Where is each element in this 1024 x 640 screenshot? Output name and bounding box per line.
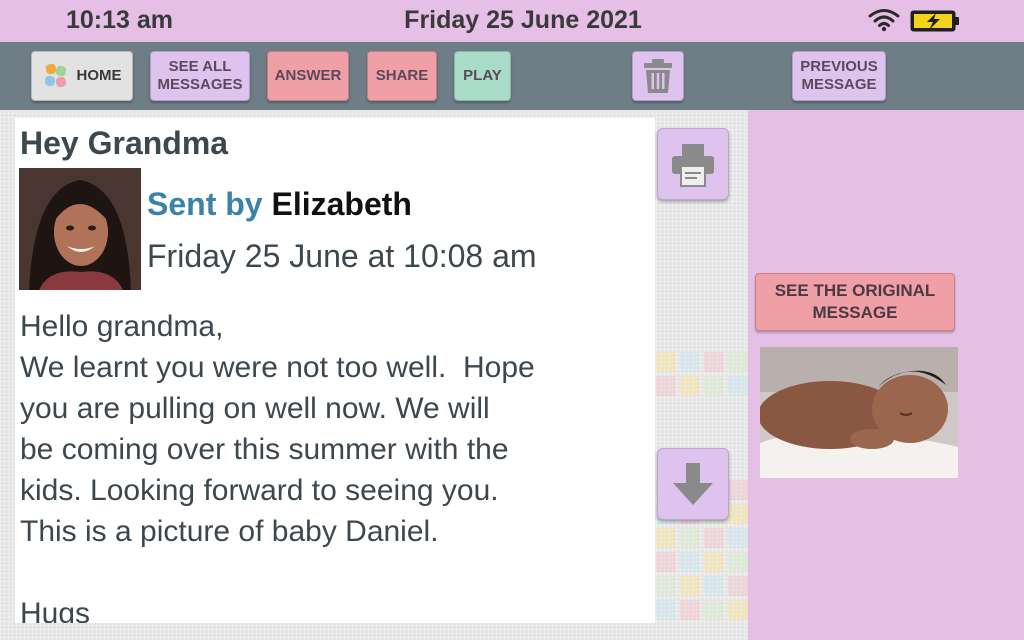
message-panel: Hey Grandma Sent by Elizabeth Friday 25 … bbox=[15, 118, 655, 623]
share-button[interactable]: SHARE bbox=[367, 51, 437, 101]
status-bar: 10:13 am Friday 25 June 2021 bbox=[0, 0, 1024, 42]
share-label: SHARE bbox=[375, 67, 429, 84]
sender-name: Elizabeth bbox=[271, 186, 412, 222]
wifi-icon bbox=[868, 9, 900, 32]
previous-message-label: PREVIOUS MESSAGE bbox=[800, 58, 878, 93]
see-all-messages-label: SEE ALL MESSAGES bbox=[157, 58, 243, 93]
sender-avatar bbox=[19, 168, 141, 290]
toolbar: HOME SEE ALL MESSAGES ANSWER SHARE PLAY … bbox=[0, 42, 1024, 110]
home-button[interactable]: HOME bbox=[31, 51, 133, 101]
sent-by-line: Sent by Elizabeth bbox=[147, 186, 412, 223]
see-original-message-button[interactable]: SEE THE ORIGINAL MESSAGE bbox=[755, 273, 955, 331]
home-logo-icon bbox=[44, 63, 66, 88]
attached-photo[interactable] bbox=[760, 347, 958, 478]
home-button-label: HOME bbox=[76, 67, 122, 84]
previous-message-button[interactable]: PREVIOUS MESSAGE bbox=[792, 51, 886, 101]
battery-charging-icon bbox=[910, 10, 959, 32]
play-button[interactable]: PLAY bbox=[454, 51, 511, 101]
scroll-down-button[interactable] bbox=[657, 448, 729, 520]
arrow-down-icon bbox=[673, 463, 713, 505]
answer-button[interactable]: ANSWER bbox=[267, 51, 349, 101]
play-label: PLAY bbox=[463, 67, 502, 84]
sent-by-label: Sent by bbox=[147, 186, 263, 222]
message-body-text: Hello grandma, We learnt you were not to… bbox=[20, 310, 535, 623]
message-body: Hello grandma, We learnt you were not to… bbox=[20, 306, 635, 623]
message-title: Hey Grandma bbox=[20, 125, 229, 161]
see-original-message-label: SEE THE ORIGINAL MESSAGE bbox=[774, 281, 936, 322]
see-all-messages-button[interactable]: SEE ALL MESSAGES bbox=[150, 51, 250, 101]
delete-button[interactable] bbox=[632, 51, 684, 101]
print-button[interactable] bbox=[657, 128, 729, 200]
printer-icon bbox=[672, 144, 714, 187]
message-date: Friday 25 June at 10:08 am bbox=[147, 238, 537, 274]
trash-icon bbox=[644, 59, 672, 93]
answer-label: ANSWER bbox=[274, 67, 342, 84]
